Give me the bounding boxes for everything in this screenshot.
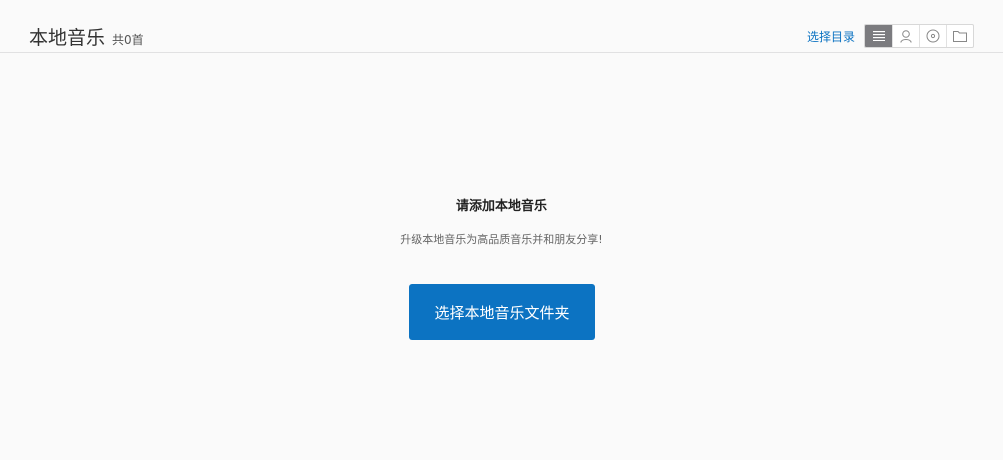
song-count: 共0首 — [112, 33, 144, 47]
list-view-button[interactable] — [865, 25, 892, 47]
user-icon — [900, 29, 912, 43]
folder-view-button[interactable] — [946, 25, 973, 47]
select-local-music-folder-button[interactable]: 选择本地音乐文件夹 — [409, 284, 595, 340]
artist-view-button[interactable] — [892, 25, 919, 47]
view-mode-switcher — [864, 24, 974, 48]
choose-directory-link[interactable]: 选择目录 — [807, 29, 855, 45]
album-view-button[interactable] — [919, 25, 946, 47]
header-bar: 本地音乐 共0首 选择目录 — [0, 0, 1003, 53]
folder-icon — [953, 31, 967, 42]
page-title: 本地音乐 — [29, 27, 106, 49]
disc-icon — [926, 29, 940, 43]
empty-state-title: 请添加本地音乐 — [455, 199, 547, 214]
list-icon — [872, 31, 885, 41]
empty-state-subtitle: 升级本地音乐为高品质音乐并和朋友分享! — [400, 233, 603, 246]
